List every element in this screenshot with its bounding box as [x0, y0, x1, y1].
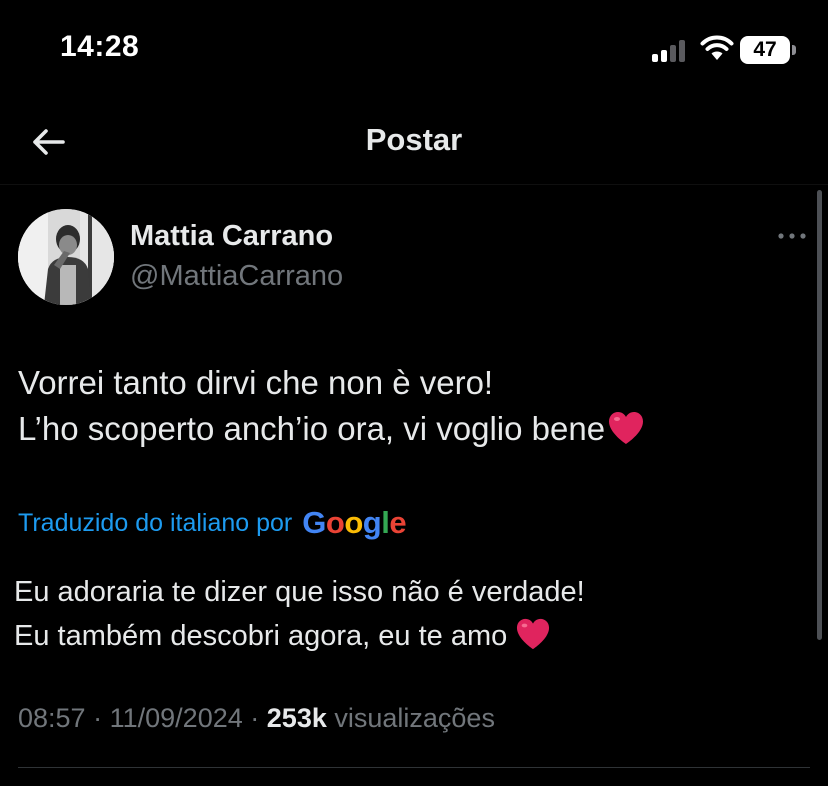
translated-text-line: Eu também descobri agora, eu te amo — [14, 614, 585, 658]
post-text-line-content: L’ho scoperto anch’io ora, vi voglio ben… — [18, 410, 606, 447]
post-time[interactable]: 08:57 — [18, 703, 86, 733]
post-text-line: L’ho scoperto anch’io ora, vi voglio ben… — [18, 406, 645, 452]
post-text: Vorrei tanto dirvi che non è vero! L’ho … — [18, 360, 645, 452]
translated-label: Traduzido do italiano por — [18, 508, 293, 537]
more-horizontal-icon[interactable] — [776, 226, 808, 246]
author-handle[interactable]: @MattiaCarrano — [130, 260, 343, 293]
translated-text-line: Eu adoraria te dizer que isso não é verd… — [14, 576, 585, 608]
scrollbar[interactable] — [817, 190, 822, 640]
status-time: 14:28 — [60, 30, 140, 63]
navigation-bar: Postar — [0, 100, 828, 184]
wifi-icon — [700, 35, 734, 60]
post-detail-screen: 14:28 47 Postar Mattia Carrano @MattiaCa… — [0, 0, 828, 786]
views-label[interactable]: visualizações — [334, 703, 495, 733]
avatar-photo — [18, 209, 114, 305]
heart-icon — [517, 618, 550, 650]
translated-text-line-content: Eu também descobri agora, eu te amo — [14, 620, 508, 652]
meta-divider — [18, 767, 810, 768]
google-logo: Google — [302, 505, 407, 540]
translated-text: Eu adoraria te dizer que isso não é verd… — [14, 570, 585, 658]
post-date[interactable]: 11/09/2024 — [110, 703, 243, 733]
page-title: Postar — [365, 122, 463, 157]
author-name[interactable]: Mattia Carrano — [130, 220, 333, 253]
avatar[interactable] — [18, 209, 114, 305]
meta-separator: · — [250, 703, 260, 733]
heart-icon — [609, 412, 644, 444]
views-count[interactable]: 253k — [267, 703, 327, 733]
meta-separator: · — [93, 703, 103, 733]
post-meta: 08:57 · 11/09/2024 · 253k visualizações — [18, 703, 495, 734]
battery-icon: 47 — [740, 36, 796, 64]
cellular-signal-icon — [652, 38, 690, 62]
translated-by-google-link[interactable]: Traduzido do italiano por Google — [18, 503, 407, 543]
battery-level: 47 — [753, 38, 777, 61]
status-bar: 14:28 47 — [0, 0, 828, 100]
post-text-line: Vorrei tanto dirvi che non è vero! — [18, 364, 494, 401]
header-divider — [0, 184, 828, 185]
